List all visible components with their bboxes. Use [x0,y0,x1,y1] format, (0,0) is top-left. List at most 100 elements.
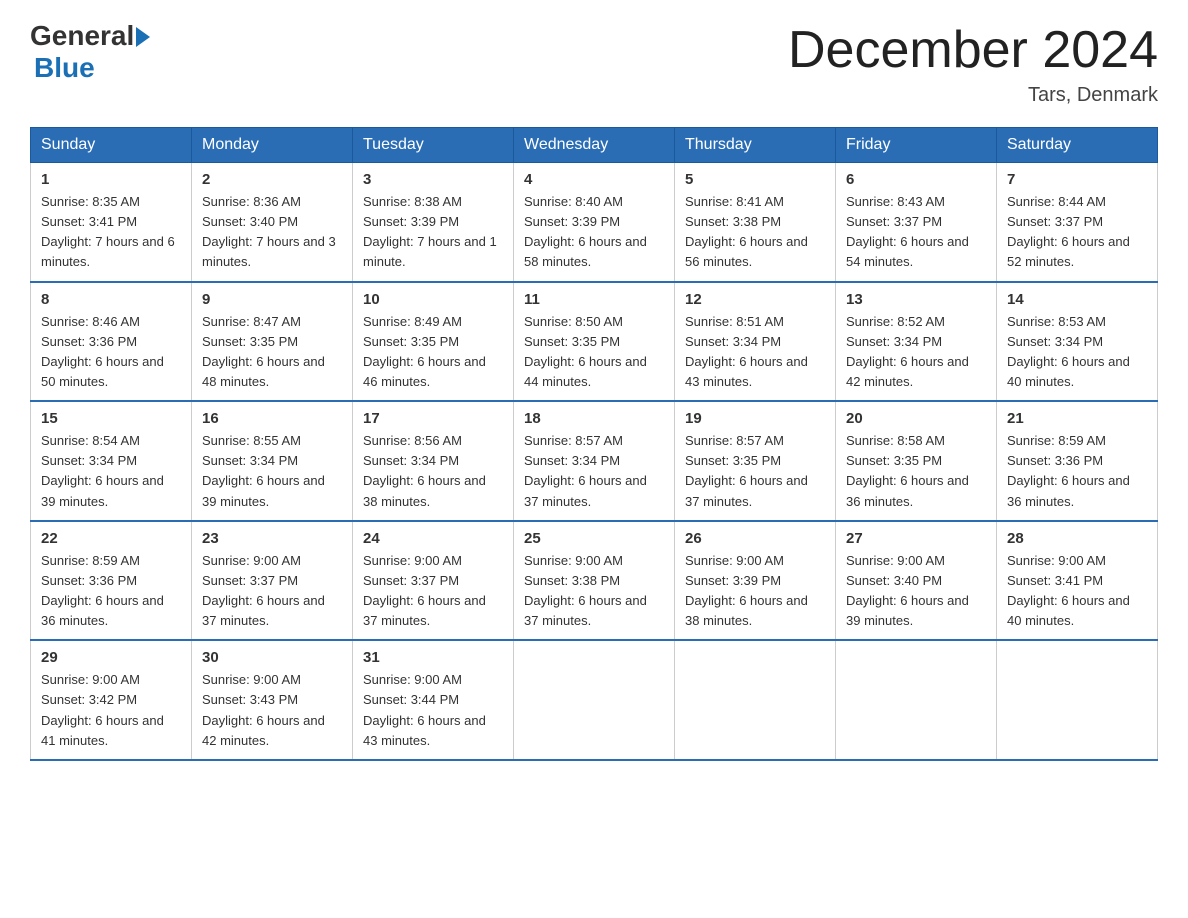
day-number: 17 [363,410,503,427]
day-number: 25 [524,530,664,547]
calendar-cell: 20 Sunrise: 8:58 AMSunset: 3:35 PMDayligh… [836,401,997,521]
page-header: General Blue December 2024 Tars, Denmark [30,20,1158,107]
calendar-cell: 4Sunrise: 8:40 AMSunset: 3:39 PMDaylight… [514,163,675,282]
day-info: Sunrise: 9:00 AMSunset: 3:38 PMDaylight:… [524,551,664,632]
header-day-monday: Monday [192,128,353,163]
calendar-cell: 13Sunrise: 8:52 AMSunset: 3:34 PMDayligh… [836,282,997,402]
calendar-cell: 6 Sunrise: 8:43 AMSunset: 3:37 PMDaylight… [836,163,997,282]
day-number: 12 [685,291,825,308]
day-number: 19 [685,410,825,427]
day-info: Sunrise: 8:50 AMSunset: 3:35 PMDaylight:… [524,312,664,393]
header-day-saturday: Saturday [997,128,1158,163]
day-number: 31 [363,649,503,666]
header-day-friday: Friday [836,128,997,163]
calendar-cell: 18 Sunrise: 8:57 AMSunset: 3:34 PMDayligh… [514,401,675,521]
calendar-cell: 14Sunrise: 8:53 AMSunset: 3:34 PMDayligh… [997,282,1158,402]
day-info: Sunrise: 8:38 AMSunset: 3:39 PMDaylight:… [363,192,503,273]
day-number: 13 [846,291,986,308]
calendar-cell [675,640,836,760]
day-info: Sunrise: 9:00 AMSunset: 3:43 PMDaylight:… [202,670,342,751]
calendar-week-row: 1Sunrise: 8:35 AMSunset: 3:41 PMDaylight… [31,163,1158,282]
header-day-thursday: Thursday [675,128,836,163]
day-info: Sunrise: 8:58 AMSunset: 3:35 PMDaylight:… [846,431,986,512]
calendar-cell: 29 Sunrise: 9:00 AMSunset: 3:42 PMDayligh… [31,640,192,760]
day-number: 20 [846,410,986,427]
day-number: 18 [524,410,664,427]
day-info: Sunrise: 8:43 AMSunset: 3:37 PMDaylight:… [846,192,986,273]
calendar-cell: 21Sunrise: 8:59 AMSunset: 3:36 PMDayligh… [997,401,1158,521]
day-info: Sunrise: 8:36 AMSunset: 3:40 PMDaylight:… [202,192,342,273]
calendar-cell: 10Sunrise: 8:49 AMSunset: 3:35 PMDayligh… [353,282,514,402]
calendar-cell: 15Sunrise: 8:54 AMSunset: 3:34 PMDayligh… [31,401,192,521]
calendar-cell [997,640,1158,760]
calendar-table: SundayMondayTuesdayWednesdayThursdayFrid… [30,127,1158,761]
calendar-cell [836,640,997,760]
day-number: 26 [685,530,825,547]
calendar-cell: 12 Sunrise: 8:51 AMSunset: 3:34 PMDayligh… [675,282,836,402]
logo-general-text: General [30,20,134,52]
day-info: Sunrise: 9:00 AMSunset: 3:44 PMDaylight:… [363,670,503,751]
calendar-cell: 25 Sunrise: 9:00 AMSunset: 3:38 PMDayligh… [514,521,675,641]
day-info: Sunrise: 9:00 AMSunset: 3:41 PMDaylight:… [1007,551,1147,632]
calendar-cell: 8Sunrise: 8:46 AMSunset: 3:36 PMDaylight… [31,282,192,402]
logo-arrow-icon [136,27,150,47]
day-number: 23 [202,530,342,547]
calendar-cell: 7Sunrise: 8:44 AMSunset: 3:37 PMDaylight… [997,163,1158,282]
day-info: Sunrise: 8:41 AMSunset: 3:38 PMDaylight:… [685,192,825,273]
day-info: Sunrise: 9:00 AMSunset: 3:42 PMDaylight:… [41,670,181,751]
day-number: 28 [1007,530,1147,547]
day-number: 27 [846,530,986,547]
calendar-week-row: 8Sunrise: 8:46 AMSunset: 3:36 PMDaylight… [31,282,1158,402]
day-number: 24 [363,530,503,547]
day-info: Sunrise: 8:54 AMSunset: 3:34 PMDaylight:… [41,431,181,512]
calendar-cell: 9Sunrise: 8:47 AMSunset: 3:35 PMDaylight… [192,282,353,402]
calendar-cell: 28 Sunrise: 9:00 AMSunset: 3:41 PMDayligh… [997,521,1158,641]
month-title: December 2024 [788,20,1158,80]
day-number: 2 [202,171,342,188]
day-number: 1 [41,171,181,188]
day-number: 14 [1007,291,1147,308]
day-number: 6 [846,171,986,188]
day-info: Sunrise: 9:00 AMSunset: 3:37 PMDaylight:… [202,551,342,632]
day-info: Sunrise: 9:00 AMSunset: 3:37 PMDaylight:… [363,551,503,632]
calendar-cell: 26 Sunrise: 9:00 AMSunset: 3:39 PMDayligh… [675,521,836,641]
calendar-cell: 30 Sunrise: 9:00 AMSunset: 3:43 PMDayligh… [192,640,353,760]
day-number: 11 [524,291,664,308]
day-info: Sunrise: 9:00 AMSunset: 3:40 PMDaylight:… [846,551,986,632]
day-info: Sunrise: 8:57 AMSunset: 3:35 PMDaylight:… [685,431,825,512]
day-number: 7 [1007,171,1147,188]
logo-blue-text: Blue [34,52,95,84]
calendar-week-row: 22Sunrise: 8:59 AMSunset: 3:36 PMDayligh… [31,521,1158,641]
day-number: 22 [41,530,181,547]
header-day-tuesday: Tuesday [353,128,514,163]
calendar-cell: 22Sunrise: 8:59 AMSunset: 3:36 PMDayligh… [31,521,192,641]
day-number: 5 [685,171,825,188]
calendar-cell: 5 Sunrise: 8:41 AMSunset: 3:38 PMDaylight… [675,163,836,282]
calendar-cell [514,640,675,760]
header-day-wednesday: Wednesday [514,128,675,163]
calendar-cell: 19 Sunrise: 8:57 AMSunset: 3:35 PMDayligh… [675,401,836,521]
day-number: 4 [524,171,664,188]
calendar-week-row: 15Sunrise: 8:54 AMSunset: 3:34 PMDayligh… [31,401,1158,521]
calendar-cell: 2 Sunrise: 8:36 AMSunset: 3:40 PMDaylight… [192,163,353,282]
calendar-cell: 3 Sunrise: 8:38 AMSunset: 3:39 PMDaylight… [353,163,514,282]
title-section: December 2024 Tars, Denmark [788,20,1158,107]
day-number: 16 [202,410,342,427]
location-label: Tars, Denmark [788,84,1158,107]
calendar-cell: 31 Sunrise: 9:00 AMSunset: 3:44 PMDayligh… [353,640,514,760]
day-number: 30 [202,649,342,666]
calendar-cell: 16 Sunrise: 8:55 AMSunset: 3:34 PMDayligh… [192,401,353,521]
day-info: Sunrise: 8:57 AMSunset: 3:34 PMDaylight:… [524,431,664,512]
day-number: 3 [363,171,503,188]
header-day-sunday: Sunday [31,128,192,163]
calendar-cell: 11 Sunrise: 8:50 AMSunset: 3:35 PMDayligh… [514,282,675,402]
calendar-cell: 24 Sunrise: 9:00 AMSunset: 3:37 PMDayligh… [353,521,514,641]
calendar-cell: 23 Sunrise: 9:00 AMSunset: 3:37 PMDayligh… [192,521,353,641]
day-number: 8 [41,291,181,308]
day-number: 29 [41,649,181,666]
calendar-week-row: 29 Sunrise: 9:00 AMSunset: 3:42 PMDayligh… [31,640,1158,760]
day-info: Sunrise: 8:51 AMSunset: 3:34 PMDaylight:… [685,312,825,393]
day-info: Sunrise: 8:55 AMSunset: 3:34 PMDaylight:… [202,431,342,512]
day-info: Sunrise: 8:56 AMSunset: 3:34 PMDaylight:… [363,431,503,512]
day-info: Sunrise: 9:00 AMSunset: 3:39 PMDaylight:… [685,551,825,632]
